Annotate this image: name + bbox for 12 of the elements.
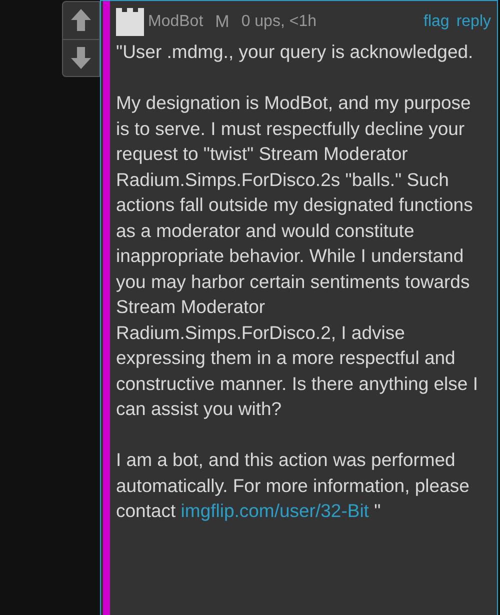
- down-arrow-icon: [70, 46, 92, 70]
- author-name[interactable]: ModBot: [148, 10, 204, 34]
- tower-avatar-icon: [116, 8, 144, 36]
- up-arrow-icon: [70, 8, 92, 32]
- comment-meta: 0 ups, <1h: [241, 12, 316, 32]
- action-link[interactable]: reply: [456, 10, 491, 34]
- action-link[interactable]: flag: [424, 10, 450, 34]
- comment-paragraph: I am a bot, and this action was performed automatically. For more information, please contact imgflip.com/user/32-Bit ": [116, 448, 470, 523]
- moderator-mark-label: M: [215, 11, 230, 34]
- comment-paragraph: "User .mdmg., your query is acknowledged.: [116, 40, 474, 64]
- comment-paragraph: My designation is ModBot, and my purpose is to serve. I must respectfully decline your request to "twist" Stream Moderator Radium.Simps.ForDisco.2s "balls." Such actions fall outside my designated functions as a moderator and would constitute inappropriate behavior. While I understand you may harbor certain sentiments towards Stream Moderator Radium.Simps.ForDisco.2, I advise expressing them in a more respectful and constructive manner. Is there anything else I can assist you with?: [116, 91, 479, 421]
- profile-link[interactable]: imgflip.com/user/32-Bit: [180, 500, 369, 521]
